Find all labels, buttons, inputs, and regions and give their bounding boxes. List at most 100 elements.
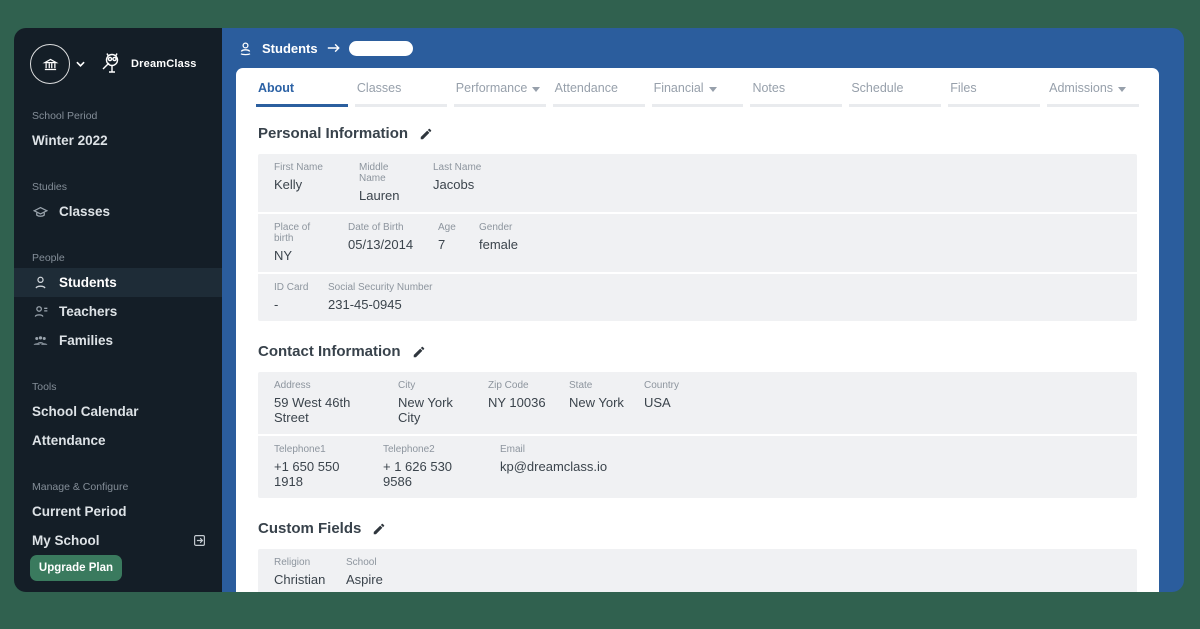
graduation-cap-icon	[32, 206, 49, 218]
edit-pencil-icon[interactable]	[412, 345, 426, 359]
sidebar-item-label: Families	[59, 333, 114, 348]
institution-icon	[41, 57, 59, 72]
tab-financial[interactable]: Financial	[651, 68, 744, 107]
sidebar-item-label: Current Period	[32, 504, 127, 519]
panel-row: Telephone1 +1 650 550 1918 Telephone2 + …	[258, 434, 1137, 498]
student-icon	[238, 41, 253, 56]
tab-schedule[interactable]: Schedule	[849, 68, 942, 107]
field-state: State New York	[569, 380, 624, 410]
section-label: Manage & Configure	[32, 481, 129, 493]
sidebar-item-my-school[interactable]: My School	[14, 526, 222, 555]
section-title: Custom Fields	[258, 520, 362, 537]
tab-classes[interactable]: Classes	[354, 68, 447, 107]
chevron-down-icon	[708, 86, 717, 92]
field-telephone2: Telephone2 + 1 626 530 9586	[383, 444, 453, 489]
field-first-name: First Name Kelly	[274, 162, 323, 192]
edit-pencil-icon[interactable]	[419, 127, 433, 141]
field-address: Address 59 West 46th Street	[274, 380, 351, 425]
sidebar-item-label: Teachers	[59, 304, 118, 319]
sidebar-section-manage: Manage & Configure Current Period My Sch…	[14, 481, 222, 555]
section-label: People	[32, 252, 65, 264]
desktop-frame: DreamClass School Period Winter 2022 Stu…	[0, 0, 1200, 629]
tab-admissions[interactable]: Admissions	[1047, 68, 1140, 107]
student-detail-card: About Classes Performance Attendance Fin…	[236, 68, 1159, 592]
brand-name: DreamClass	[131, 58, 197, 70]
upgrade-plan-button[interactable]: Upgrade Plan	[30, 555, 122, 581]
field-religion: Religion Christian	[274, 557, 326, 587]
field-id-card: ID Card -	[274, 282, 309, 312]
sidebar-item-label: Attendance	[32, 433, 106, 448]
field-gender: Gender female	[479, 222, 519, 252]
brand-logo: DreamClass	[99, 51, 197, 77]
sidebar-item-school-calendar[interactable]: School Calendar	[14, 397, 222, 426]
families-icon	[32, 335, 49, 347]
sidebar-item-teachers[interactable]: Teachers	[14, 297, 222, 326]
chevron-down-icon[interactable]	[76, 61, 85, 67]
sidebar-item-label: Winter 2022	[32, 133, 108, 148]
sidebar-section-tools: Tools School Calendar Attendance	[14, 381, 222, 455]
personal-info-header: Personal Information	[258, 125, 1137, 142]
about-tab-content: Personal Information First Name Kelly Mi…	[236, 107, 1159, 592]
student-name-redacted-pill	[348, 40, 413, 56]
section-title: Contact Information	[258, 343, 401, 360]
breadcrumb: Students	[222, 28, 1184, 68]
panel-row: First Name Kelly Middle Name Lauren Last…	[258, 154, 1137, 212]
field-ssn: Social Security Number 231-45-0945	[328, 282, 433, 312]
tab-bar: About Classes Performance Attendance Fin…	[236, 68, 1159, 107]
chevron-down-icon	[532, 86, 541, 92]
personal-info-panel: First Name Kelly Middle Name Lauren Last…	[258, 154, 1137, 321]
sidebar-item-label: My School	[32, 533, 100, 548]
sidebar-item-attendance[interactable]: Attendance	[14, 426, 222, 455]
app-window: DreamClass School Period Winter 2022 Stu…	[14, 28, 1184, 592]
field-place-of-birth: Place of birth NY	[274, 222, 311, 263]
sidebar-item-families[interactable]: Families	[14, 326, 222, 355]
panel-row: Place of birth NY Date of Birth 05/13/20…	[258, 212, 1137, 272]
section-title: Personal Information	[258, 125, 409, 142]
field-last-name: Last Name Jacobs	[433, 162, 482, 192]
field-telephone1: Telephone1 +1 650 550 1918	[274, 444, 340, 489]
field-zip-code: Zip Code NY 10036	[488, 380, 546, 410]
edit-pencil-icon[interactable]	[372, 522, 386, 536]
sidebar-header: DreamClass	[14, 28, 222, 84]
student-icon	[32, 276, 49, 290]
section-label: Tools	[32, 381, 57, 393]
tab-files[interactable]: Files	[948, 68, 1041, 107]
sidebar-item-students[interactable]: Students	[14, 268, 222, 297]
sidebar-item-winter-2022[interactable]: Winter 2022	[14, 126, 222, 155]
field-school: School Aspire	[346, 557, 383, 587]
sidebar-item-label: School Calendar	[32, 404, 139, 419]
sidebar-section-studies: Studies Classes	[14, 181, 222, 226]
custom-fields-panel: Religion Christian School Aspire	[258, 549, 1137, 592]
panel-row: ID Card - Social Security Number 231-45-…	[258, 272, 1137, 321]
field-city: City New York City	[398, 380, 453, 425]
tab-about[interactable]: About	[256, 68, 348, 107]
sidebar-item-current-period[interactable]: Current Period	[14, 497, 222, 526]
field-middle-name: Middle Name Lauren	[359, 162, 400, 203]
sidebar-section-people: People Students Teachers Families	[14, 252, 222, 355]
field-email: Email kp@dreamclass.io	[500, 444, 608, 474]
field-date-of-birth: Date of Birth 05/13/2014	[348, 222, 414, 252]
contact-info-header: Contact Information	[258, 343, 1137, 360]
field-age: Age 7	[438, 222, 456, 252]
external-link-icon	[193, 534, 206, 547]
sidebar-item-classes[interactable]: Classes	[14, 197, 222, 226]
owl-logo-icon	[99, 51, 125, 77]
sidebar-section-school-period: School Period Winter 2022	[14, 110, 222, 155]
field-country: Country USA	[644, 380, 680, 410]
custom-fields-header: Custom Fields	[258, 520, 1137, 537]
main-area: Students About Classes Performance Atten…	[222, 28, 1184, 592]
chevron-down-icon	[1118, 86, 1127, 92]
tab-notes[interactable]: Notes	[750, 68, 843, 107]
school-switcher[interactable]	[30, 44, 70, 84]
section-label: Studies	[32, 181, 68, 193]
arrow-right-icon	[327, 43, 340, 53]
sidebar-item-label: Classes	[59, 204, 111, 219]
tab-performance[interactable]: Performance	[453, 68, 546, 107]
sidebar-item-label: Students	[59, 275, 117, 290]
section-label: School Period	[32, 110, 98, 122]
contact-info-panel: Address 59 West 46th Street City New Yor…	[258, 372, 1137, 498]
tab-attendance[interactable]: Attendance	[552, 68, 645, 107]
breadcrumb-students[interactable]: Students	[262, 41, 318, 56]
panel-row: Religion Christian School Aspire	[258, 549, 1137, 592]
sidebar: DreamClass School Period Winter 2022 Stu…	[14, 28, 222, 592]
